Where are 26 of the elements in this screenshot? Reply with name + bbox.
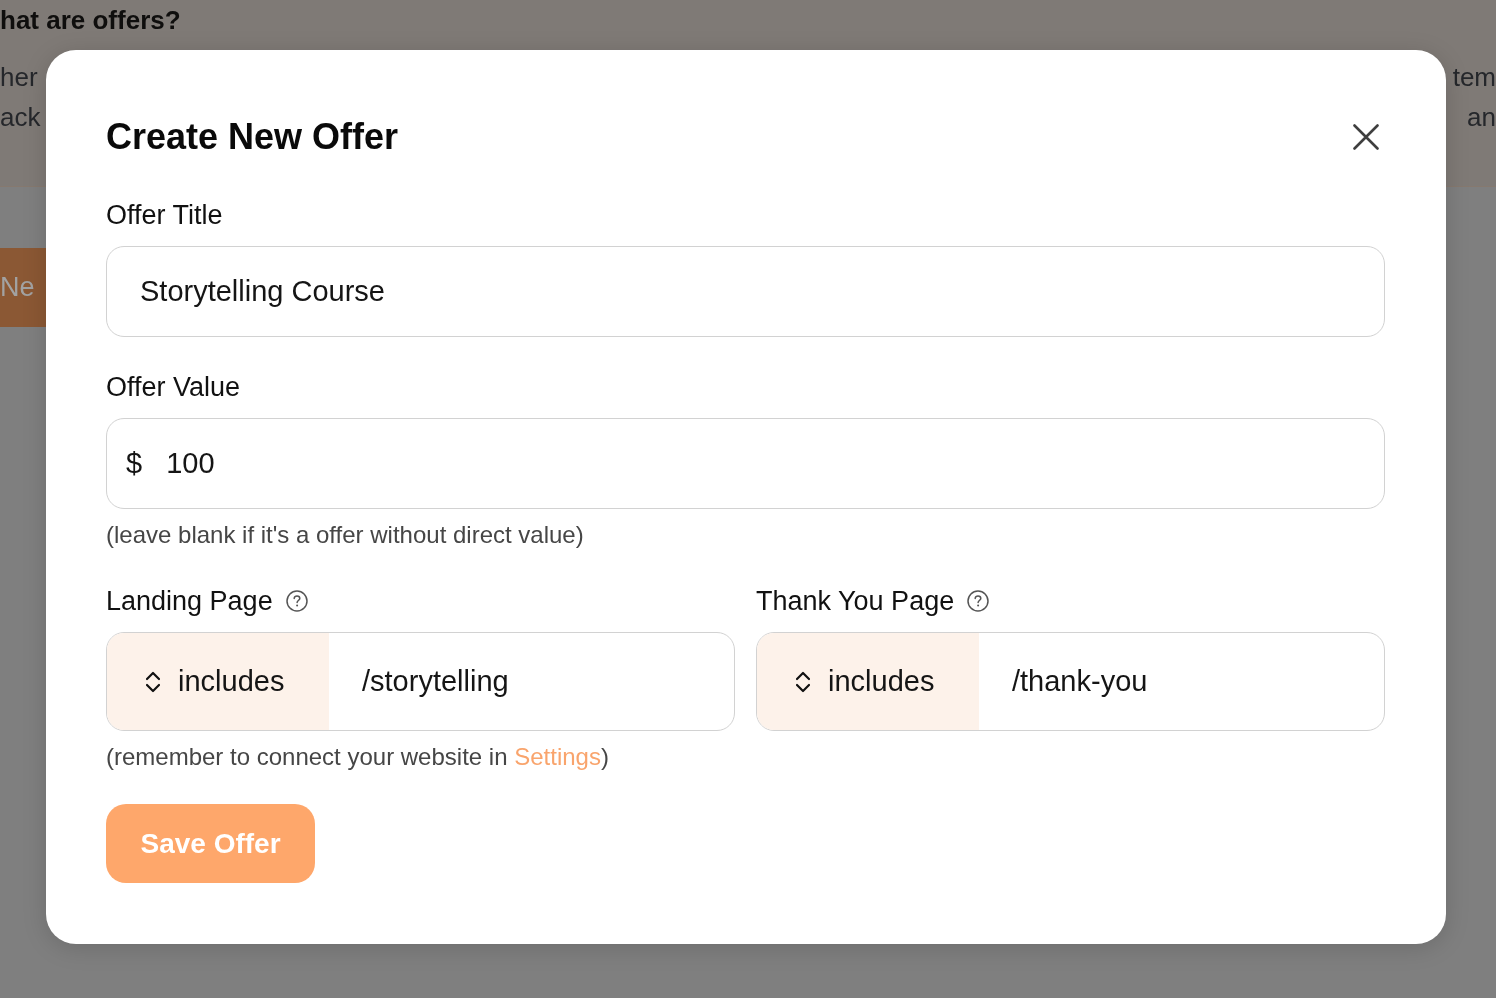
help-icon[interactable] [967, 590, 990, 612]
close-icon [1353, 124, 1379, 150]
chevron-up-down-icon [145, 669, 161, 694]
operator-select[interactable]: includes [107, 633, 329, 730]
field-label: Offer Title [106, 199, 224, 232]
field-label: Landing Page [106, 585, 273, 618]
hint-text: (remember to connect your website in Settings) [106, 742, 610, 772]
chevron-up-down-icon [795, 669, 811, 694]
currency-symbol: $ [126, 447, 143, 480]
page-text: an [1467, 102, 1496, 132]
text-field[interactable]: Storytelling Course [106, 246, 1385, 337]
field-label: Thank You Page [756, 585, 955, 618]
page-heading: hat are offers? [0, 5, 182, 35]
hint-text: (leave blank if it's a offer without direct value) [106, 520, 585, 550]
amount-field[interactable]: $ 100 [106, 418, 1385, 509]
field-label: Offer Value [106, 371, 242, 404]
close-button[interactable] [1353, 124, 1379, 150]
url-input[interactable]: /thank-you [979, 633, 1384, 730]
help-icon[interactable] [285, 590, 308, 612]
url-input[interactable]: /storytelling [329, 633, 734, 730]
page-text: tem [1452, 62, 1496, 92]
page-text: her [0, 62, 38, 92]
operator-select[interactable]: includes [757, 633, 979, 730]
page-text: ack [0, 102, 41, 132]
field-value: 100 [166, 447, 215, 480]
dialog-title: Create New Offer [106, 115, 399, 159]
